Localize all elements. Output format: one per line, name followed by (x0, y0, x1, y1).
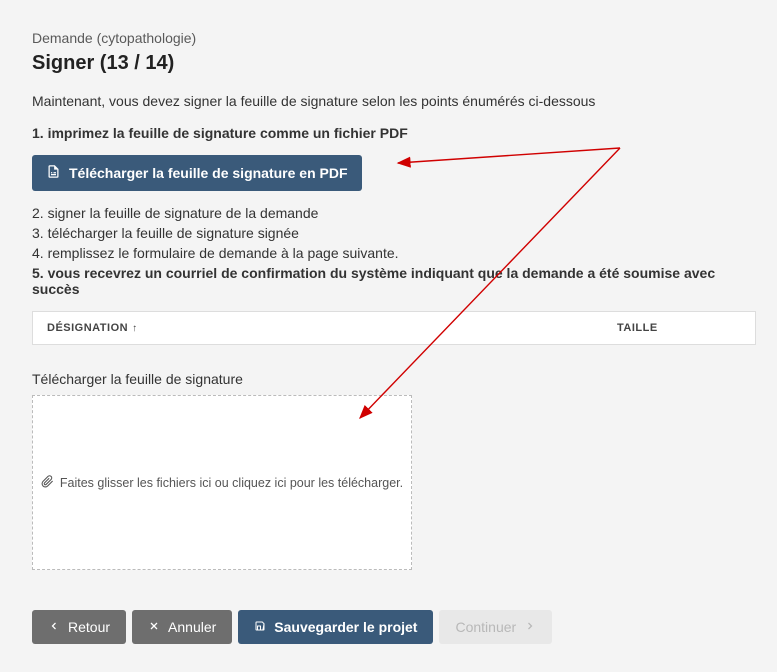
page-title: Signer (13 / 14) (32, 52, 745, 75)
step-4: 4. remplissez le formulaire de demande à… (32, 245, 745, 261)
intro-text: Maintenant, vous devez signer la feuille… (32, 93, 745, 109)
save-label: Sauvegarder le projet (274, 619, 417, 635)
back-button[interactable]: Retour (32, 610, 126, 644)
step-2: 2. signer la feuille de signature de la … (32, 205, 745, 221)
upload-label: Télécharger la feuille de signature (32, 371, 745, 387)
continue-button: Continuer (439, 610, 552, 644)
upload-dropzone[interactable]: Faites glisser les fichiers ici ou cliqu… (32, 395, 412, 570)
files-table: DÉSIGNATION ↑ TAILLE (32, 311, 756, 345)
cancel-button[interactable]: Annuler (132, 610, 232, 644)
col-designation-label: DÉSIGNATION (47, 322, 128, 334)
download-pdf-button[interactable]: Télécharger la feuille de signature en P… (32, 155, 362, 191)
table-header: DÉSIGNATION ↑ TAILLE (33, 312, 755, 344)
save-icon (254, 619, 266, 635)
close-icon (148, 619, 160, 635)
steps-list: 1. imprimez la feuille de signature comm… (32, 125, 745, 141)
back-label: Retour (68, 619, 110, 635)
breadcrumb: Demande (cytopathologie) (32, 30, 745, 46)
step-3: 3. télécharger la feuille de signature s… (32, 225, 745, 241)
step-5: 5. vous recevrez un courriel de confirma… (32, 265, 745, 297)
steps-list-2: 2. signer la feuille de signature de la … (32, 205, 745, 297)
dropzone-text: Faites glisser les fichiers ici ou cliqu… (60, 476, 403, 490)
col-header-designation[interactable]: DÉSIGNATION ↑ (47, 322, 617, 334)
download-pdf-label: Télécharger la feuille de signature en P… (69, 165, 348, 181)
paperclip-icon (41, 475, 54, 491)
step-1: 1. imprimez la feuille de signature comm… (32, 125, 745, 141)
chevron-left-icon (48, 619, 60, 635)
continue-label: Continuer (455, 619, 516, 635)
save-button[interactable]: Sauvegarder le projet (238, 610, 433, 644)
footer-buttons: Retour Annuler Sauvegarder le projet Con… (32, 610, 745, 644)
col-taille-label: TAILLE (617, 322, 658, 334)
pdf-icon (46, 164, 61, 182)
col-header-taille[interactable]: TAILLE (617, 322, 741, 334)
cancel-label: Annuler (168, 619, 216, 635)
chevron-right-icon (524, 619, 536, 635)
sort-asc-icon: ↑ (132, 323, 138, 334)
